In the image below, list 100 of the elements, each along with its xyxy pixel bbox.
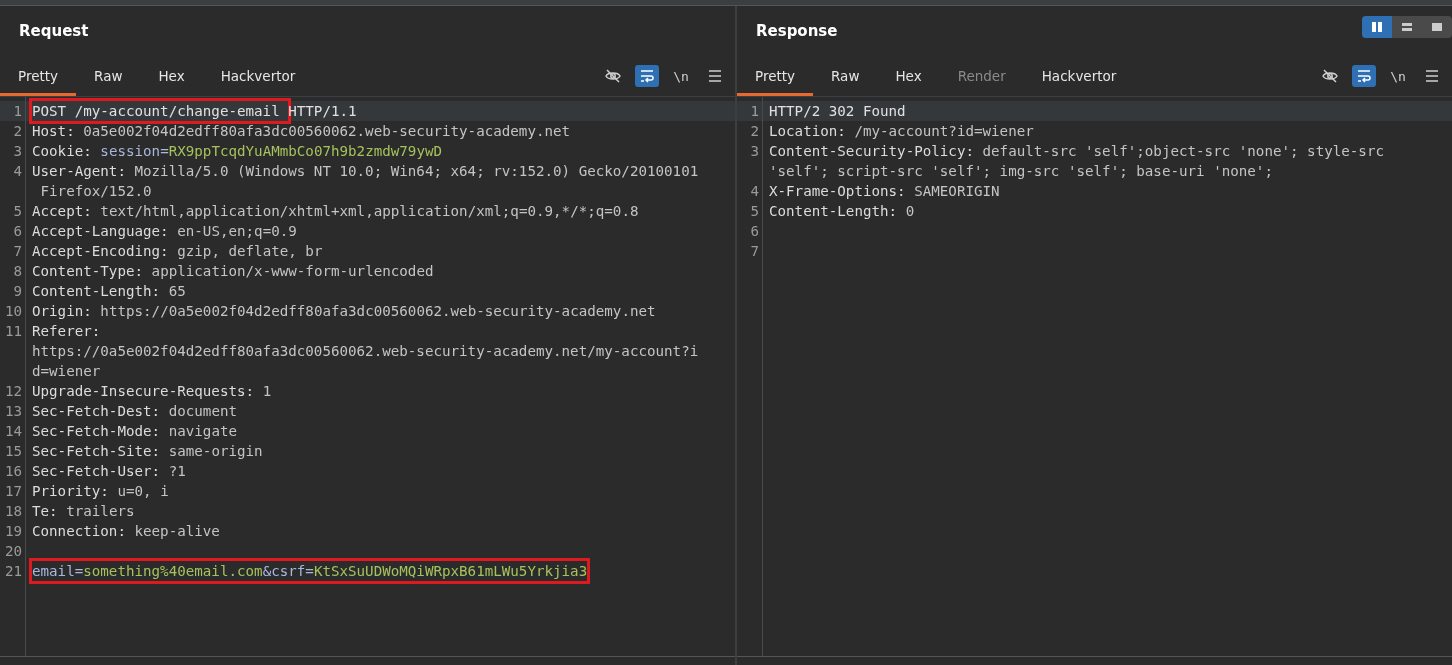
line-number: 6 <box>749 222 760 241</box>
code-text: email= <box>32 562 84 581</box>
code-text: KtSxSuUDWoMQiWRpxB61mLWu5Yrkjia3 <box>313 562 588 581</box>
code-text: Cookie: <box>32 142 93 161</box>
code-text: u=0, i <box>117 482 169 501</box>
tab[interactable]: Raw <box>76 56 141 96</box>
code-text: Connection: <box>32 522 127 541</box>
rows-icon <box>1401 21 1413 33</box>
tab[interactable]: Raw <box>813 56 878 96</box>
code-text: Location: <box>769 122 847 141</box>
tab[interactable]: Hackvertor <box>202 56 314 96</box>
code-text: application/x-www-form-urlencoded <box>151 262 434 281</box>
code-text: gzip, deflate, br <box>177 242 323 261</box>
line-number: 6 <box>12 222 23 241</box>
code-text: text/html,application/xhtml+xml,application/xml;q=0.9,*/*;q=0.8 <box>100 202 639 221</box>
code-text: Content-Type: <box>32 262 145 281</box>
tab[interactable]: Hex <box>877 56 940 96</box>
line-number: 9 <box>12 282 23 301</box>
code-text: Mozilla/5.0 (Windows NT 10.0; Win64; x64; rv:152.0) Gecko/20100101 <box>134 162 699 181</box>
line-number: 14 <box>3 422 23 441</box>
tab[interactable]: Hex <box>140 56 203 96</box>
code-text: document <box>168 402 237 421</box>
menu-icon <box>708 70 722 82</box>
code-text: &csrf= <box>262 562 314 581</box>
code-text: ?1 <box>168 462 186 481</box>
code-text: https://0a5e002f04d2edff80afa3dc00560062.web-security-academy.net/my-account?i <box>32 342 699 361</box>
line-number: 1 <box>749 102 760 121</box>
wrap-button[interactable] <box>635 65 659 87</box>
code-text: Te: <box>32 502 59 521</box>
code-text: 65 <box>168 282 186 301</box>
line-number: 19 <box>3 522 23 541</box>
code-text: en-US,en;q=0.9 <box>177 222 297 241</box>
tab[interactable]: Pretty <box>0 56 77 96</box>
code-text: User-Agent: <box>32 162 127 181</box>
menu-icon <box>1425 70 1439 82</box>
code-text: 'self'; script-src 'self'; img-src 'self'; base-uri 'none'; <box>769 162 1273 181</box>
code-text: POST /my-account/change-email <box>32 102 281 121</box>
code-text: d=wiener <box>32 362 101 381</box>
view-toggle-button[interactable] <box>1362 16 1392 38</box>
code-text: RX9ppTcqdYuAMmbCo07h9b2zmdw79ywD <box>168 142 443 161</box>
line-number: 4 <box>749 182 760 201</box>
line-number: 16 <box>3 462 23 481</box>
code-text: 0a5e002f04d2edff80afa3dc00560062.web-security-academy.net <box>83 122 571 141</box>
code-text: SAMEORIGIN <box>914 182 1000 201</box>
code-text: session= <box>100 142 169 161</box>
tab[interactable]: Hackvertor <box>1023 56 1135 96</box>
code-text: Upgrade-Insecure-Requests: <box>32 382 256 401</box>
line-number: 15 <box>3 442 23 461</box>
line-number: 3 <box>12 142 23 161</box>
code-text: HTTP/2 302 Found <box>769 102 906 121</box>
code-text: Origin: <box>32 302 93 321</box>
code-text: /my-account?id=wiener <box>854 122 1034 141</box>
code-text: 1 <box>262 382 272 401</box>
line-number: 2 <box>749 122 760 141</box>
line-number: 4 <box>12 162 23 181</box>
line-number: 13 <box>3 402 23 421</box>
code-text: trailers <box>66 502 135 521</box>
code-text: default-src 'self';object-src 'none'; style-src <box>982 142 1384 161</box>
single-view-icon <box>1431 21 1443 33</box>
code-text: Content-Length: <box>769 202 899 221</box>
line-number: 12 <box>3 382 23 401</box>
panel-title: Response <box>756 22 838 40</box>
code-text: Sec-Fetch-Mode: <box>32 422 162 441</box>
code-text: Firefox/152.0 <box>39 182 152 201</box>
code-text: keep-alive <box>134 522 220 541</box>
wrap-icon <box>1356 69 1372 83</box>
code-text: Priority: <box>32 482 110 501</box>
line-number: 1 <box>12 102 23 121</box>
code-text: Sec-Fetch-User: <box>32 462 162 481</box>
line-number: 5 <box>12 202 23 221</box>
code-text: Sec-Fetch-Site: <box>32 442 162 461</box>
code-text: Referer: <box>32 322 101 341</box>
code-text: Sec-Fetch-Dest: <box>32 402 162 421</box>
line-number: 21 <box>3 562 23 581</box>
line-number: 18 <box>3 502 23 521</box>
panel-title: Request <box>19 22 89 40</box>
code-text: Accept-Language: <box>32 222 170 241</box>
line-number: 20 <box>3 542 23 561</box>
tab[interactable]: Pretty <box>737 56 814 96</box>
code-text: https://0a5e002f04d2edff80afa3dc00560062.web-security-academy.net <box>100 302 656 321</box>
wrap-button[interactable] <box>1352 65 1376 87</box>
newline-button[interactable]: \n <box>669 65 693 87</box>
line-number: 5 <box>749 202 760 221</box>
wrap-icon <box>639 69 655 83</box>
line-number: 8 <box>12 262 23 281</box>
code-text: Content-Length: <box>32 282 162 301</box>
line-number: 2 <box>12 122 23 141</box>
line-number: 10 <box>3 302 23 321</box>
hide-icon <box>604 67 622 85</box>
line-number: 17 <box>3 482 23 501</box>
line-number: 7 <box>12 242 23 261</box>
code-text: same-origin <box>168 442 263 461</box>
newline-button[interactable]: \n <box>1386 65 1410 87</box>
code-text: Accept-Encoding: <box>32 242 170 261</box>
code-text: Accept: <box>32 202 93 221</box>
code-text: navigate <box>168 422 237 441</box>
hide-icon <box>1321 67 1339 85</box>
code-text: something%40email.com <box>83 562 263 581</box>
code-text: Host: <box>32 122 76 141</box>
code-text: Content-Security-Policy: <box>769 142 975 161</box>
